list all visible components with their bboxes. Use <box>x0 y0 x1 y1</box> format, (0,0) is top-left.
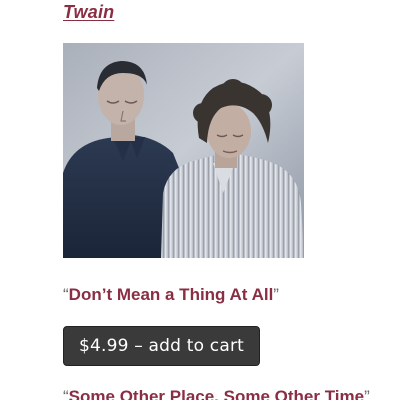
photo-of-two-people <box>63 43 304 258</box>
close-quote: ” <box>273 285 279 304</box>
author-link[interactable]: Twain <box>63 2 114 23</box>
next-product-title: “Some Other Place, Some Other Time” <box>63 387 370 400</box>
product-title: “Don’t Mean a Thing At All” <box>63 285 279 305</box>
add-to-cart-button[interactable]: $4.99 – add to cart <box>63 326 260 366</box>
next-product-title-link[interactable]: Some Other Place, Some Other Time <box>69 387 364 400</box>
product-title-link[interactable]: Don’t Mean a Thing At All <box>69 285 274 304</box>
close-quote: ” <box>364 387 370 400</box>
product-image[interactable] <box>63 43 304 258</box>
